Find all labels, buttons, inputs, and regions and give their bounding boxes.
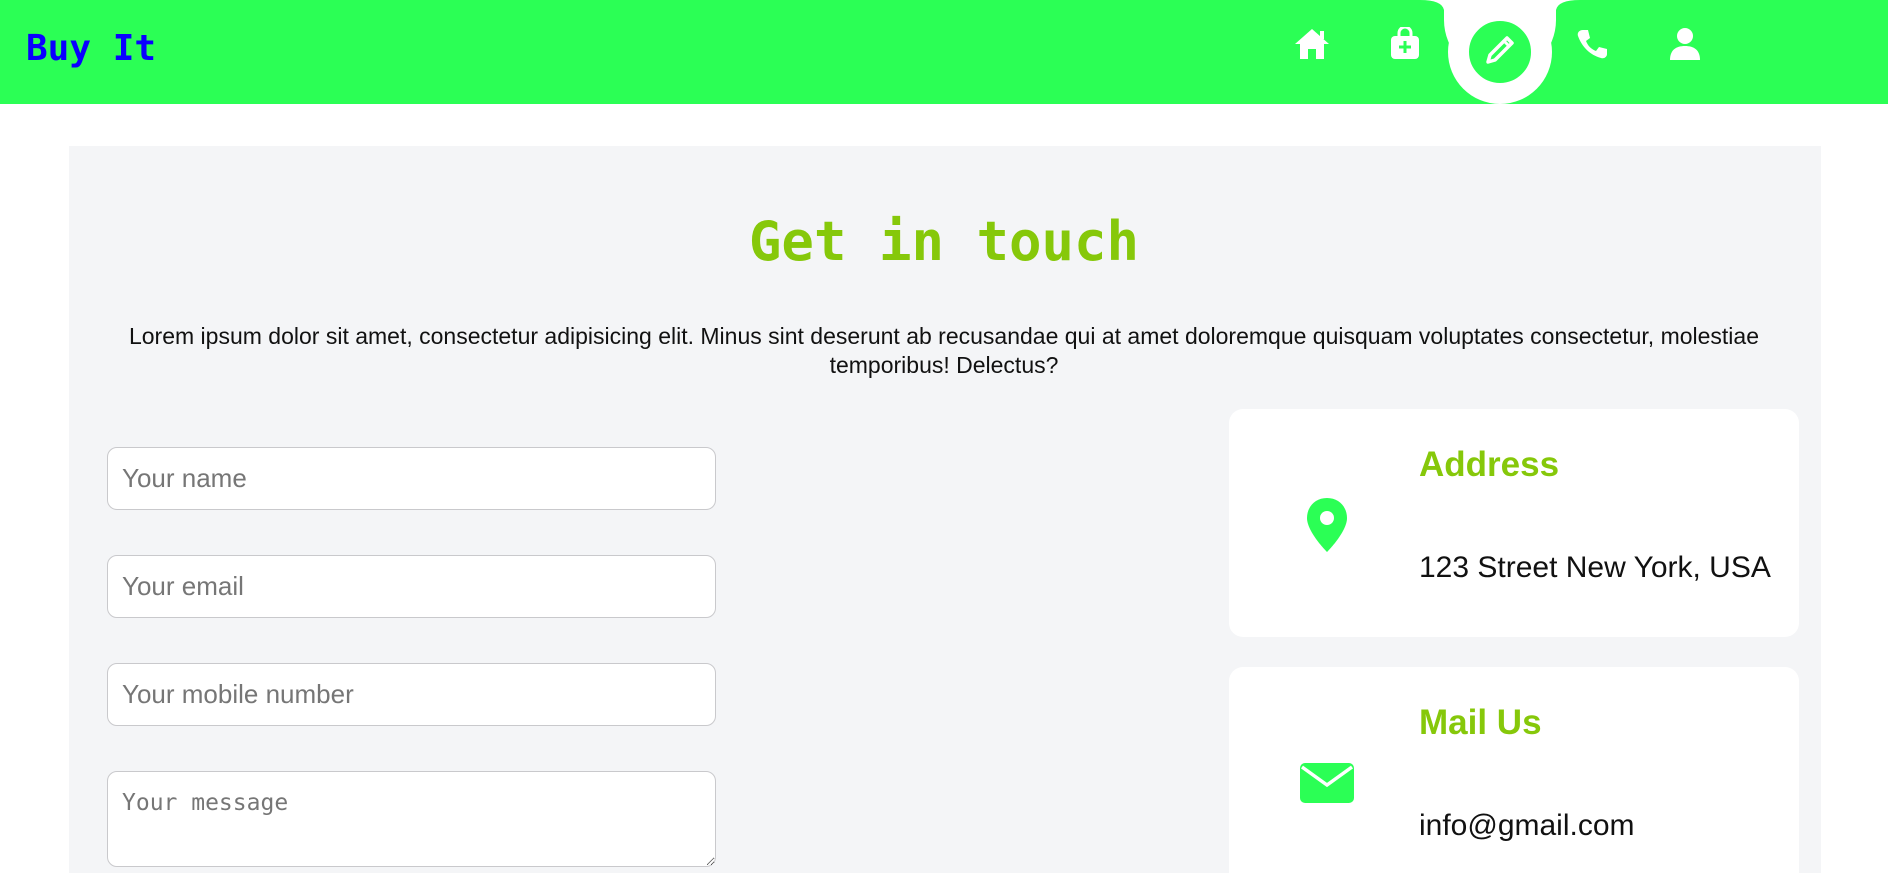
- mail-value[interactable]: info@gmail.com: [1419, 809, 1635, 843]
- nav-home[interactable]: [1290, 22, 1334, 66]
- location-pin-icon: [1299, 495, 1355, 555]
- nav-contact-active[interactable]: [1448, 0, 1552, 104]
- shopping-bag-icon: [1389, 27, 1421, 61]
- envelope-icon: [1299, 753, 1355, 813]
- mobile-field[interactable]: [107, 663, 716, 726]
- top-navbar: Buy It: [0, 0, 1888, 104]
- page-title: Get in touch: [748, 210, 1140, 273]
- address-title: Address: [1419, 445, 1560, 484]
- email-field[interactable]: [107, 555, 716, 618]
- message-field[interactable]: [107, 771, 716, 867]
- pencil-icon: [1482, 32, 1518, 73]
- address-card: Address 123 Street New York, USA: [1229, 409, 1799, 637]
- nav-profile[interactable]: [1663, 22, 1707, 66]
- intro-text: Lorem ipsum dolor sit amet, consectetur …: [128, 323, 1760, 378]
- name-field[interactable]: [107, 447, 716, 510]
- home-icon: [1293, 27, 1331, 61]
- nav-phone[interactable]: [1570, 22, 1614, 66]
- mail-card: Mail Us info@gmail.com: [1229, 667, 1799, 873]
- user-icon: [1669, 27, 1701, 61]
- address-value: 123 Street New York, USA: [1419, 551, 1771, 584]
- phone-icon: [1575, 27, 1609, 61]
- main-nav: [0, 0, 1888, 104]
- mail-title: Mail Us: [1419, 703, 1542, 742]
